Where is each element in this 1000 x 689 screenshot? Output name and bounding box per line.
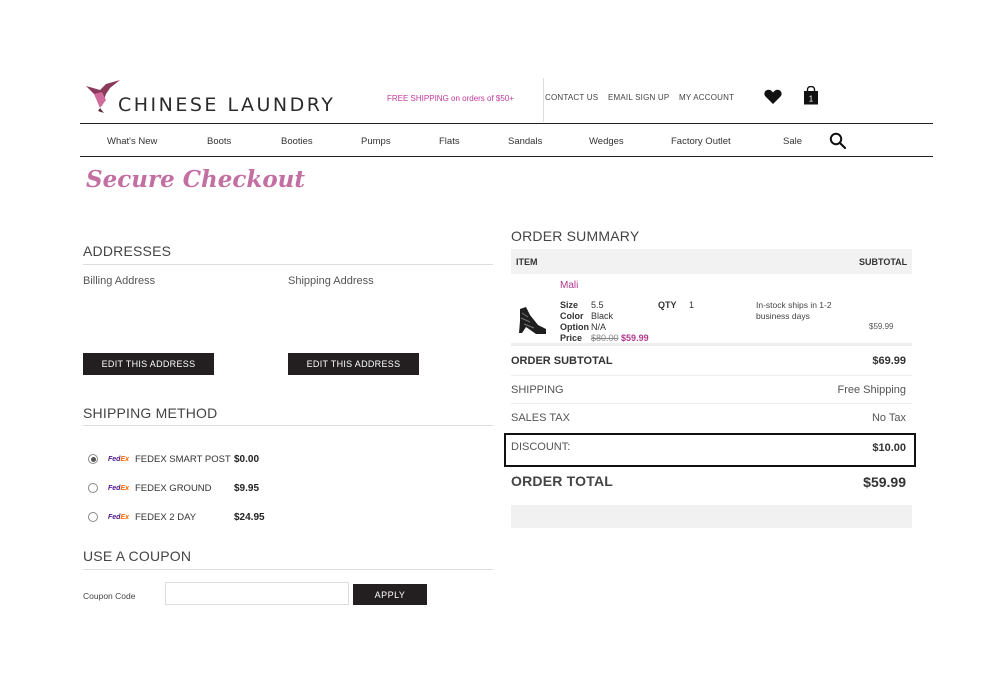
product-price: Price $80.00 $59.99 (560, 333, 649, 343)
shipping-option-name: FEDEX GROUND (135, 482, 212, 494)
order-total-label: ORDER TOTAL (511, 473, 614, 489)
billing-address-label: Billing Address (83, 275, 156, 287)
coupon-code-input[interactable] (165, 582, 349, 605)
shipping-option-name: FEDEX 2 DAY (135, 511, 197, 523)
product-option: Option N/A (560, 322, 607, 332)
line-item-total: $59.99 (869, 322, 894, 331)
sale-price: $59.99 (621, 333, 649, 343)
apply-coupon-button[interactable]: APPLY (353, 584, 427, 605)
nav-flats[interactable]: Flats (439, 136, 460, 147)
shipping-label: SHIPPING (511, 384, 564, 396)
summary-divider (511, 403, 912, 404)
product-color: Color Black (560, 311, 614, 321)
free-shipping-promo[interactable]: FREE SHIPPING on orders of $50+ (387, 94, 514, 103)
fedex-logo-icon: FedEx (108, 455, 130, 463)
page-title: Secure Checkout (86, 166, 306, 193)
item-column-header: ITEM (516, 257, 538, 267)
qty-value: 1 (689, 300, 695, 310)
order-summary-table-header (511, 249, 912, 274)
order-summary-footer (511, 505, 912, 528)
nav-pumps[interactable]: Pumps (361, 136, 391, 147)
coupon-divider (83, 569, 493, 570)
coupon-code-label: Coupon Code (83, 591, 136, 601)
email-signup-link[interactable]: EMAIL SIGN UP (608, 93, 669, 102)
radio-unselected[interactable] (88, 512, 98, 522)
product-thumbnail[interactable] (516, 303, 548, 337)
edit-billing-address-button[interactable]: EDIT THIS ADDRESS (83, 353, 214, 375)
edit-shipping-address-button[interactable]: EDIT THIS ADDRESS (288, 353, 419, 375)
nav-bottom-border (80, 156, 933, 157)
shipping-option-price: $9.95 (234, 482, 260, 494)
search-icon[interactable] (829, 132, 846, 149)
shipping-option-smart-post[interactable]: FedEx FEDEX SMART POST $0.00 (88, 452, 259, 466)
summary-divider (511, 375, 912, 376)
nav-booties[interactable]: Booties (281, 136, 313, 147)
heart-icon[interactable] (764, 89, 782, 105)
my-account-link[interactable]: MY ACCOUNT (679, 93, 734, 102)
coupon-heading: USE A COUPON (83, 548, 192, 564)
addresses-divider (83, 264, 493, 265)
shipping-method-divider (83, 425, 493, 426)
item-separator (511, 343, 912, 346)
radio-unselected[interactable] (88, 483, 98, 493)
nav-wedges[interactable]: Wedges (589, 136, 624, 147)
addresses-heading: ADDRESSES (83, 243, 172, 259)
fedex-logo-icon: FedEx (108, 513, 130, 521)
order-subtotal-value: $69.99 (872, 355, 906, 367)
subtotal-column-header: SUBTOTAL (859, 257, 908, 267)
hummingbird-logo-icon (86, 80, 120, 113)
shipping-value: Free Shipping (837, 384, 907, 396)
shipping-method-heading: SHIPPING METHOD (83, 405, 218, 421)
order-summary-heading: ORDER SUMMARY (511, 228, 640, 244)
contact-us-link[interactable]: CONTACT US (545, 93, 598, 102)
product-size: Size 5.5 (560, 300, 604, 310)
nav-sandals[interactable]: Sandals (508, 136, 542, 147)
brand-logo[interactable]: CHINESE LAUNDRY (84, 80, 359, 116)
sales-tax-value: No Tax (871, 412, 906, 424)
nav-whats-new[interactable]: What's New (107, 136, 157, 147)
shipping-option-ground[interactable]: FedEx FEDEX GROUND $9.95 (88, 481, 259, 495)
discount-value: $10.00 (872, 442, 906, 454)
fedex-logo-icon: FedEx (108, 484, 130, 492)
nav-boots[interactable]: Boots (207, 136, 231, 147)
shipping-option-price: $0.00 (234, 453, 260, 465)
shipping-option-name: FEDEX SMART POST (135, 453, 231, 465)
shipping-option-price: $24.95 (234, 511, 265, 523)
shopping-bag-icon[interactable]: 1 (803, 86, 819, 105)
logo-wordmark: CHINESE LAUNDRY (118, 94, 336, 116)
cart-count: 1 (809, 95, 814, 104)
sales-tax-label: SALES TAX (511, 412, 570, 424)
stock-status: In-stock ships in 1-2 business days (756, 300, 832, 321)
shipping-option-2day[interactable]: FedEx FEDEX 2 DAY $24.95 (88, 510, 265, 524)
shipping-address-label: Shipping Address (288, 275, 374, 287)
nav-top-border (80, 123, 933, 124)
order-subtotal-label: ORDER SUBTOTAL (511, 355, 613, 367)
product-name-link[interactable]: Mali (560, 280, 578, 291)
nav-factory-outlet[interactable]: Factory Outlet (671, 136, 731, 147)
discount-label: DISCOUNT: (511, 441, 571, 453)
nav-sale[interactable]: Sale (783, 136, 802, 147)
qty-label: QTY (658, 300, 677, 310)
radio-selected[interactable] (88, 454, 98, 464)
header-divider (543, 78, 544, 122)
order-total-value: $59.99 (863, 474, 906, 490)
original-price: $80.00 (591, 333, 619, 343)
